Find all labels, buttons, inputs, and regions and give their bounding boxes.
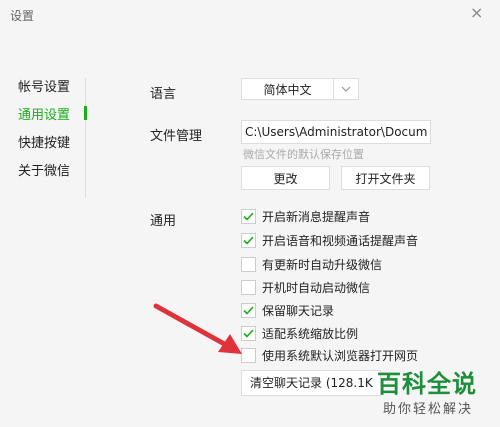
sidebar-item-about[interactable]: 关于微信 bbox=[18, 160, 70, 179]
option-auto-update[interactable]: 有更新时自动升级微信 bbox=[241, 256, 382, 273]
close-icon[interactable]: × bbox=[470, 3, 483, 22]
option-label: 开启语音和视频通话提醒声音 bbox=[262, 234, 419, 248]
language-select[interactable]: 简体中文 bbox=[241, 78, 359, 100]
sidebar-divider bbox=[85, 78, 86, 198]
option-label: 适配系统缩放比例 bbox=[262, 327, 359, 341]
option-new-message-sound[interactable]: 开启新消息提醒声音 bbox=[241, 208, 370, 225]
checkbox-checked[interactable] bbox=[241, 233, 256, 248]
sidebar-item-account[interactable]: 帐号设置 bbox=[18, 76, 70, 95]
clear-history-button[interactable]: 清空聊天记录 (128.1K bbox=[241, 370, 381, 396]
sidebar-item-shortcuts[interactable]: 快捷按键 bbox=[18, 132, 70, 151]
option-default-browser[interactable]: 使用系统默认浏览器打开网页 bbox=[241, 347, 418, 364]
file-path-field[interactable]: C:\Users\Administrator\Docum bbox=[241, 120, 431, 144]
language-label: 语言 bbox=[150, 87, 177, 102]
sidebar-item-general[interactable]: 通用设置 bbox=[18, 104, 70, 123]
checkbox-unchecked[interactable] bbox=[241, 280, 256, 295]
checkbox-checked[interactable] bbox=[241, 209, 256, 224]
option-label: 开启新消息提醒声音 bbox=[262, 210, 371, 224]
file-path-hint: 微信文件的默认保存位置 bbox=[243, 148, 364, 161]
checkbox-unchecked[interactable] bbox=[241, 257, 256, 272]
watermark-logo: 百科全说 bbox=[377, 370, 477, 398]
general-label: 通用 bbox=[150, 214, 177, 229]
language-select-value: 简体中文 bbox=[263, 82, 312, 97]
chevron-down-icon bbox=[333, 79, 358, 99]
annotation-arrow-icon bbox=[153, 303, 242, 354]
active-indicator bbox=[84, 106, 87, 120]
option-system-scaling[interactable]: 适配系统缩放比例 bbox=[241, 325, 358, 342]
window-title: 设置 bbox=[10, 9, 35, 23]
option-auto-start[interactable]: 开机时自动启动微信 bbox=[241, 279, 370, 296]
file-management-label: 文件管理 bbox=[150, 129, 203, 144]
option-keep-history[interactable]: 保留聊天记录 bbox=[241, 302, 334, 319]
option-label: 开机时自动启动微信 bbox=[262, 281, 371, 295]
change-button[interactable]: 更改 bbox=[241, 166, 330, 190]
watermark-tagline: 助你轻松解决 bbox=[383, 402, 474, 417]
option-label: 使用系统默认浏览器打开网页 bbox=[262, 349, 419, 363]
open-folder-button[interactable]: 打开文件夹 bbox=[341, 166, 430, 190]
option-label: 保留聊天记录 bbox=[262, 304, 335, 318]
option-label: 有更新时自动升级微信 bbox=[262, 258, 383, 272]
option-call-sound[interactable]: 开启语音和视频通话提醒声音 bbox=[241, 232, 418, 249]
